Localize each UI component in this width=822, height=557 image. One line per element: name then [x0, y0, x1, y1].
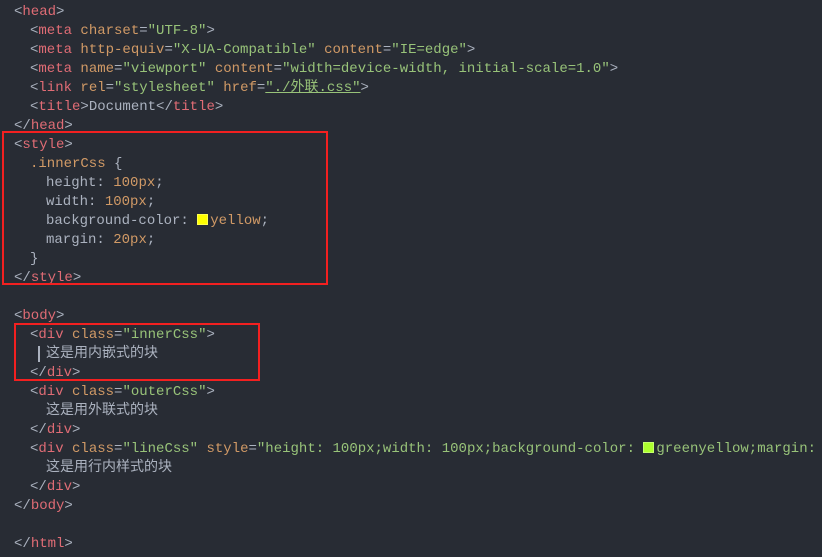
blank-line: [14, 288, 822, 307]
code-line[interactable]: </div>: [14, 364, 822, 383]
color-swatch-yellow: [197, 214, 208, 225]
code-line[interactable]: margin: 20px;: [14, 231, 822, 250]
code-line[interactable]: <div class="outerCss">: [14, 383, 822, 402]
code-line[interactable]: </body>: [14, 497, 822, 516]
color-swatch-greenyellow: [643, 442, 654, 453]
code-line[interactable]: </style>: [14, 269, 822, 288]
code-line[interactable]: <div class="lineCss" style="height: 100p…: [14, 440, 822, 459]
code-line[interactable]: <div class="innerCss">: [14, 326, 822, 345]
code-line[interactable]: <link rel="stylesheet" href="./外联.css">: [14, 79, 822, 98]
code-line[interactable]: </html>: [14, 535, 822, 554]
code-line[interactable]: width: 100px;: [14, 193, 822, 212]
code-line[interactable]: <body>: [14, 307, 822, 326]
code-editor-view[interactable]: <head> <meta charset="UTF-8"> <meta http…: [0, 3, 822, 554]
blank-line: [14, 516, 822, 535]
code-line[interactable]: <meta name="viewport" content="width=dev…: [14, 60, 822, 79]
code-line[interactable]: }: [14, 250, 822, 269]
code-line[interactable]: <head>: [14, 3, 822, 22]
code-line[interactable]: </div>: [14, 478, 822, 497]
code-line[interactable]: height: 100px;: [14, 174, 822, 193]
code-line[interactable]: <title>Document</title>: [14, 98, 822, 117]
code-line[interactable]: background-color: yellow;: [14, 212, 822, 231]
code-line[interactable]: <meta http-equiv="X-UA-Compatible" conte…: [14, 41, 822, 60]
code-line[interactable]: 这是用行内样式的块: [14, 459, 822, 478]
code-line[interactable]: <style>: [14, 136, 822, 155]
code-line[interactable]: .innerCss {: [14, 155, 822, 174]
code-line[interactable]: 这是用内嵌式的块: [14, 345, 822, 364]
code-line[interactable]: <meta charset="UTF-8">: [14, 22, 822, 41]
code-line[interactable]: </div>: [14, 421, 822, 440]
code-line[interactable]: 这是用外联式的块: [14, 402, 822, 421]
code-line[interactable]: </head>: [14, 117, 822, 136]
